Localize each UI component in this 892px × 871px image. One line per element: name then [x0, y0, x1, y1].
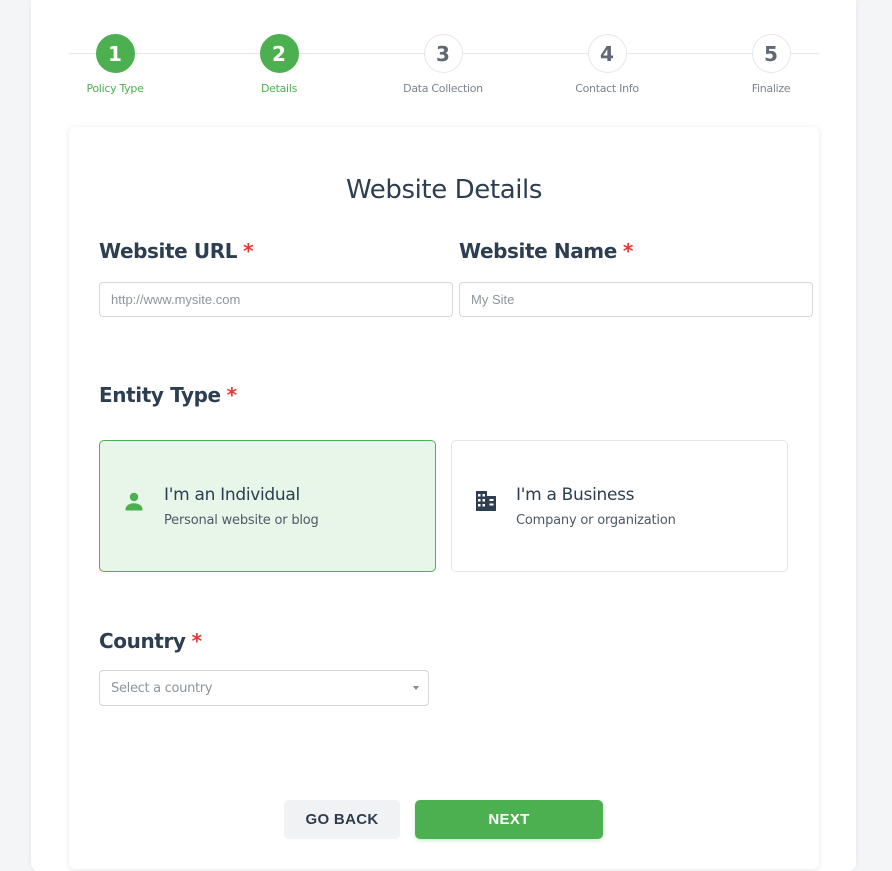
step-number: 2: [259, 34, 299, 73]
country-label: Country *: [99, 629, 202, 653]
step-number: 5: [751, 34, 791, 73]
details-card: Website Details Website URL* Website Nam…: [69, 127, 819, 869]
step-label: Contact Info: [575, 82, 639, 95]
entity-option-business[interactable]: I'm a Business Company or organization: [451, 440, 788, 572]
step-contact-info: 4 Contact Info: [547, 34, 667, 95]
next-button[interactable]: NEXT: [415, 800, 603, 839]
entity-type-label-text: Entity Type: [99, 383, 221, 407]
country-select[interactable]: Select a country: [99, 670, 429, 706]
step-data-collection: 3 Data Collection: [383, 34, 503, 95]
entity-option-subtitle: Personal website or blog: [164, 513, 319, 528]
step-label: Data Collection: [403, 82, 483, 95]
website-name-label-text: Website Name: [459, 239, 617, 263]
building-icon: [476, 491, 496, 511]
entity-option-subtitle: Company or organization: [516, 513, 676, 528]
entity-type-label: Entity Type *: [99, 383, 237, 407]
step-number: 3: [423, 34, 463, 73]
required-marker: *: [243, 239, 254, 263]
step-label: Finalize: [751, 82, 791, 95]
website-url-input[interactable]: [99, 282, 453, 317]
step-number: 4: [587, 34, 627, 73]
entity-option-title: I'm an Individual: [164, 485, 300, 505]
entity-option-individual[interactable]: I'm an Individual Personal website or bl…: [99, 440, 436, 572]
step-number: 1: [95, 34, 135, 73]
required-marker: *: [226, 383, 237, 407]
page-title: Website Details: [345, 175, 543, 205]
step-label: Policy Type: [86, 82, 144, 95]
person-icon: [125, 492, 143, 511]
country-select-placeholder: Select a country: [111, 681, 213, 696]
website-url-label-text: Website URL: [99, 239, 238, 263]
step-label: Details: [260, 82, 298, 95]
country-label-text: Country: [99, 629, 186, 653]
chevron-down-icon: [413, 686, 419, 690]
website-url-label: Website URL *: [99, 239, 254, 263]
website-name-label: Website Name *: [459, 239, 633, 263]
step-finalize: 5 Finalize: [711, 34, 831, 95]
website-name-input[interactable]: [459, 282, 813, 317]
required-marker: *: [622, 239, 633, 263]
required-marker: *: [191, 629, 202, 653]
entity-option-title: I'm a Business: [516, 485, 635, 505]
step-policy-type[interactable]: 1 Policy Type: [55, 34, 175, 95]
go-back-button[interactable]: GO BACK: [284, 800, 400, 839]
step-details[interactable]: 2 Details: [219, 34, 339, 95]
